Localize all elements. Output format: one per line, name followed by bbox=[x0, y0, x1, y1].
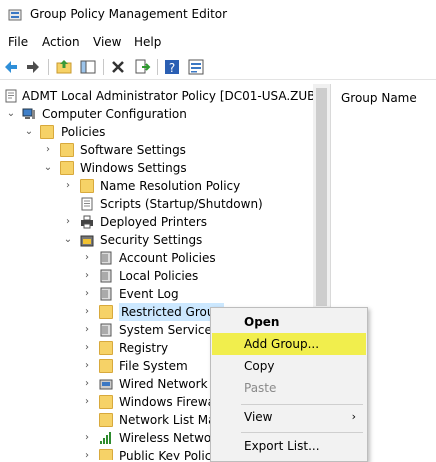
properties-icon[interactable] bbox=[187, 58, 205, 76]
help-icon[interactable]: ? bbox=[163, 58, 181, 76]
back-icon[interactable] bbox=[2, 58, 20, 76]
folder-icon bbox=[60, 161, 74, 175]
menu-view[interactable]: View bbox=[93, 35, 121, 49]
policy-book-icon bbox=[100, 269, 112, 283]
locked-folder-icon bbox=[99, 359, 113, 373]
export-icon[interactable] bbox=[133, 58, 151, 76]
collapse-chevron-icon[interactable]: ⌄ bbox=[6, 105, 16, 123]
menu-separator bbox=[241, 432, 363, 433]
toolbar-separator bbox=[103, 59, 104, 75]
tree-item-root[interactable]: ADMT Local Administrator Policy [DC01-US… bbox=[0, 87, 330, 105]
tree-item-deployed-printers[interactable]: › Deployed Printers bbox=[0, 213, 313, 231]
wireless-signal-icon bbox=[100, 432, 111, 444]
menu-help[interactable]: Help bbox=[134, 35, 161, 49]
printer-icon bbox=[81, 215, 93, 229]
tree-item-security-settings[interactable]: ⌄ Security Settings bbox=[0, 231, 313, 249]
locked-folder-icon bbox=[99, 305, 113, 319]
policy-document-icon bbox=[5, 89, 17, 103]
network-icon bbox=[99, 379, 113, 390]
expand-chevron-icon[interactable]: › bbox=[82, 285, 92, 303]
toolbar-separator bbox=[157, 59, 158, 75]
expand-chevron-icon[interactable]: › bbox=[82, 249, 92, 267]
delete-icon[interactable] bbox=[109, 58, 127, 76]
tree-item-computer-configuration[interactable]: ⌄ Computer Configuration bbox=[0, 105, 313, 123]
tree-item-local-policies[interactable]: › Local Policies bbox=[0, 267, 313, 285]
title-bar: Group Policy Management Editor bbox=[0, 0, 436, 30]
folder-icon bbox=[80, 179, 94, 193]
tree-item-windows-settings[interactable]: ⌄ Windows Settings bbox=[0, 159, 313, 177]
expand-chevron-icon[interactable]: › bbox=[63, 177, 73, 195]
menu-item-view[interactable]: View › bbox=[212, 406, 366, 428]
menu-item-add-group[interactable]: Add Group... bbox=[212, 333, 366, 355]
toolbar-separator bbox=[48, 59, 49, 75]
svg-text:?: ? bbox=[169, 61, 175, 75]
collapse-chevron-icon[interactable]: ⌄ bbox=[63, 231, 73, 249]
menu-file[interactable]: File bbox=[8, 35, 28, 49]
scrollbar-thumb[interactable] bbox=[316, 88, 327, 306]
log-book-icon bbox=[100, 287, 112, 301]
expand-chevron-icon[interactable]: › bbox=[82, 429, 92, 447]
toolbar: ? bbox=[0, 55, 436, 80]
script-document-icon bbox=[81, 197, 93, 211]
gpo-editor-app-icon bbox=[8, 9, 22, 21]
folder-icon bbox=[60, 143, 74, 157]
folder-icon bbox=[40, 125, 54, 139]
menu-item-open[interactable]: Open bbox=[212, 311, 366, 333]
locked-folder-icon bbox=[99, 341, 113, 355]
expand-chevron-icon[interactable]: › bbox=[82, 447, 92, 460]
forward-icon[interactable] bbox=[24, 58, 42, 76]
menu-item-export-list[interactable]: Export List... bbox=[212, 435, 366, 457]
collapse-chevron-icon[interactable]: ⌄ bbox=[43, 159, 53, 177]
menu-separator bbox=[241, 404, 363, 405]
column-header-group-name[interactable]: Group Name bbox=[341, 91, 417, 105]
tree-item-event-log[interactable]: › Event Log bbox=[0, 285, 313, 303]
tree-item-policies[interactable]: ⌄ Policies bbox=[0, 123, 313, 141]
tree-item-scripts[interactable]: Scripts (Startup/Shutdown) bbox=[0, 195, 313, 213]
policy-book-icon bbox=[100, 251, 112, 265]
tree-item-name-resolution-policy[interactable]: › Name Resolution Policy bbox=[0, 177, 313, 195]
expand-chevron-icon[interactable]: › bbox=[82, 339, 92, 357]
folder-icon bbox=[99, 395, 113, 409]
expand-chevron-icon[interactable]: › bbox=[43, 141, 53, 159]
expand-chevron-icon[interactable]: › bbox=[82, 393, 92, 411]
expand-chevron-icon[interactable]: › bbox=[82, 357, 92, 375]
menu-action[interactable]: Action bbox=[42, 35, 80, 49]
folder-icon bbox=[99, 413, 113, 427]
folder-icon bbox=[99, 449, 113, 460]
expand-chevron-icon[interactable]: › bbox=[82, 375, 92, 393]
services-icon bbox=[100, 323, 112, 337]
up-folder-icon[interactable] bbox=[55, 58, 73, 76]
collapse-chevron-icon[interactable]: ⌄ bbox=[24, 123, 34, 141]
security-lock-icon bbox=[80, 235, 94, 247]
expand-chevron-icon[interactable]: › bbox=[63, 213, 73, 231]
window-title: Group Policy Management Editor bbox=[30, 7, 228, 21]
expand-chevron-icon[interactable]: › bbox=[82, 267, 92, 285]
expand-chevron-icon[interactable]: › bbox=[82, 321, 92, 339]
menu-item-paste[interactable]: Paste bbox=[212, 377, 366, 399]
tree-item-software-settings[interactable]: › Software Settings bbox=[0, 141, 313, 159]
context-menu: Open Add Group... Copy Paste View › Expo… bbox=[210, 307, 368, 462]
computer-icon bbox=[22, 108, 35, 119]
submenu-arrow-icon: › bbox=[351, 410, 356, 423]
tree-item-account-policies[interactable]: › Account Policies bbox=[0, 249, 313, 267]
menu-item-copy[interactable]: Copy bbox=[212, 355, 366, 377]
menu-bar: File Action View Help bbox=[0, 32, 436, 52]
show-tree-icon[interactable] bbox=[79, 58, 97, 76]
expand-chevron-icon[interactable]: › bbox=[82, 303, 92, 321]
